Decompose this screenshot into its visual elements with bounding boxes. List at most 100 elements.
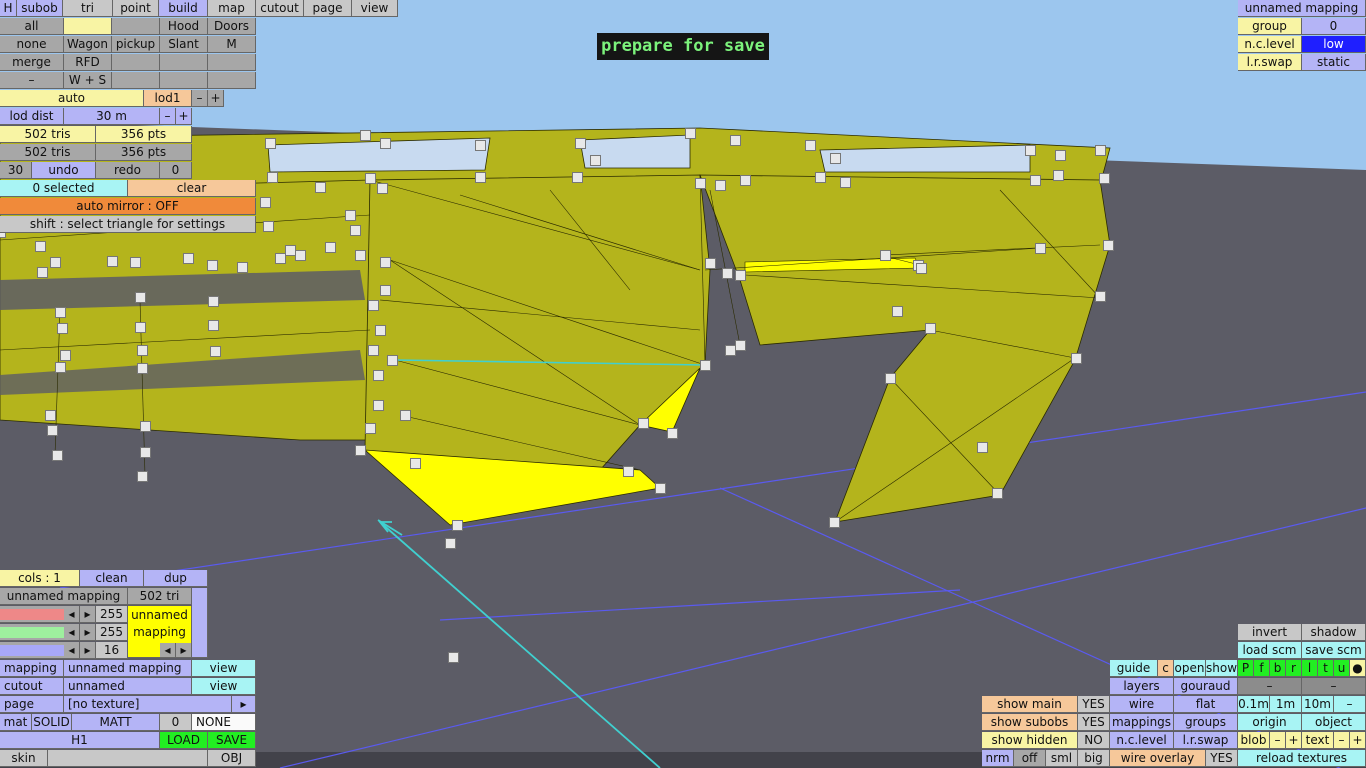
big-button[interactable]: big (1078, 750, 1110, 767)
vertex-handle[interactable] (1035, 243, 1046, 254)
mappings-button[interactable]: mappings (1110, 714, 1174, 731)
mapping-scrollbar[interactable] (192, 588, 208, 658)
vertex-handle[interactable] (1025, 145, 1036, 156)
vertex-handle[interactable] (373, 370, 384, 381)
vertex-handle[interactable] (365, 423, 376, 434)
lrswap-view-button[interactable]: l.r.swap (1174, 732, 1238, 749)
preset-doors-button[interactable]: Doors (208, 18, 256, 35)
object-button[interactable]: object (1302, 714, 1366, 731)
vertex-handle[interactable] (135, 292, 146, 303)
auto-mirror-toggle[interactable]: auto mirror : OFF (0, 198, 256, 215)
save-button[interactable]: SAVE (208, 732, 256, 749)
vertex-handle[interactable] (700, 360, 711, 371)
vertex-handle[interactable] (655, 483, 666, 494)
preset-empty[interactable] (112, 72, 160, 89)
vertex-handle[interactable] (1103, 240, 1114, 251)
vertex-handle[interactable] (208, 296, 219, 307)
nrm-button[interactable]: nrm (982, 750, 1014, 767)
vertex-handle[interactable] (1071, 353, 1082, 364)
preset-empty[interactable] (160, 72, 208, 89)
vertex-handle[interactable] (925, 323, 936, 334)
wire-button[interactable]: wire (1110, 696, 1174, 713)
preset-hood-button[interactable]: Hood (160, 18, 208, 35)
page-next-button[interactable]: ▸ (232, 696, 256, 713)
vertex-handle[interactable] (840, 177, 851, 188)
vertex-handle[interactable] (47, 425, 58, 436)
vertex-handle[interactable] (295, 250, 306, 261)
lod-dist-value[interactable]: 30 m (64, 108, 160, 125)
grid-1m-button[interactable]: 1m (1270, 696, 1302, 713)
vertex-handle[interactable] (373, 400, 384, 411)
mapping-view-button[interactable]: view (192, 660, 256, 677)
mat-solid-button[interactable]: SOLID (32, 714, 72, 731)
save-scm-button[interactable]: save scm (1302, 642, 1366, 659)
vertex-handle[interactable] (475, 172, 486, 183)
vertex-handle[interactable] (715, 180, 726, 191)
mapping-name[interactable]: unnamed mapping (0, 588, 128, 605)
green-right-arrow[interactable]: ▸ (80, 624, 96, 641)
mat-number[interactable]: 0 (160, 714, 192, 731)
show-subobs-toggle[interactable]: YES (1078, 714, 1110, 731)
cutout-view-button[interactable]: view (192, 678, 256, 695)
group-value[interactable]: 0 (1302, 18, 1366, 35)
vertex-handle[interactable] (52, 450, 63, 461)
vertex-handle[interactable] (448, 652, 459, 663)
vertex-handle[interactable] (135, 322, 146, 333)
vertex-handle[interactable] (400, 410, 411, 421)
dup-button[interactable]: dup (144, 570, 208, 587)
vertex-handle[interactable] (360, 130, 371, 141)
vertex-handle[interactable] (140, 447, 151, 458)
preset-ws-button[interactable]: W + S (64, 72, 112, 89)
vertex-handle[interactable] (1055, 150, 1066, 161)
vertex-handle[interactable] (60, 350, 71, 361)
mode-map-button[interactable]: map (208, 0, 256, 17)
vertex-handle[interactable] (275, 253, 286, 264)
vertex-handle[interactable] (590, 155, 601, 166)
mapping-row-value[interactable]: unnamed mapping (64, 660, 192, 677)
preview-left-arrow[interactable]: ◂ (160, 643, 176, 658)
vertex-handle[interactable] (638, 418, 649, 429)
flat-button[interactable]: flat (1174, 696, 1238, 713)
show-hidden-toggle[interactable]: NO (1078, 732, 1110, 749)
face-toggle-u[interactable]: u (1334, 660, 1350, 677)
off-button[interactable]: off (1014, 750, 1046, 767)
show-button[interactable]: show (1206, 660, 1238, 677)
vertex-handle[interactable] (140, 421, 151, 432)
dash-button-2[interactable]: – (1302, 678, 1366, 695)
vertex-handle[interactable] (735, 270, 746, 281)
vertex-handle[interactable] (740, 175, 751, 186)
vertex-handle[interactable] (815, 172, 826, 183)
grid-minus-button[interactable]: – (1334, 696, 1366, 713)
vertex-handle[interactable] (380, 257, 391, 268)
wire-overlay-toggle[interactable]: YES (1206, 750, 1238, 767)
select-none-button[interactable]: none (0, 36, 64, 53)
vertex-handle[interactable] (55, 307, 66, 318)
preset-empty[interactable] (208, 54, 256, 71)
vertex-handle[interactable] (57, 323, 68, 334)
mode-cutout-button[interactable]: cutout (256, 0, 304, 17)
face-toggle-p[interactable]: P (1238, 660, 1254, 677)
vertex-handle[interactable] (829, 517, 840, 528)
green-left-arrow[interactable]: ◂ (64, 624, 80, 641)
preset-empty[interactable] (112, 54, 160, 71)
lod-auto-button[interactable]: auto (0, 90, 144, 107)
select-all-button[interactable]: all (0, 18, 64, 35)
vertex-handle[interactable] (916, 263, 927, 274)
lrswap-value[interactable]: static (1302, 54, 1366, 71)
vertex-handle[interactable] (1095, 145, 1106, 156)
lod-dist-plus[interactable]: + (176, 108, 192, 125)
lod-plus-button[interactable]: + (208, 90, 224, 107)
vertex-handle[interactable] (107, 256, 118, 267)
mode-point-button[interactable]: point (113, 0, 159, 17)
vertex-handle[interactable] (805, 140, 816, 151)
preset-slant-button[interactable]: Slant (160, 36, 208, 53)
vertex-handle[interactable] (137, 345, 148, 356)
merge-button[interactable]: merge (0, 54, 64, 71)
vertex-handle[interactable] (37, 267, 48, 278)
vertex-handle[interactable] (210, 346, 221, 357)
vertex-handle[interactable] (572, 172, 583, 183)
preview-right-arrow[interactable]: ▸ (176, 643, 192, 658)
text-minus-button[interactable]: – (1334, 732, 1350, 749)
preset-m-button[interactable]: M (208, 36, 256, 53)
vertex-handle[interactable] (410, 458, 421, 469)
